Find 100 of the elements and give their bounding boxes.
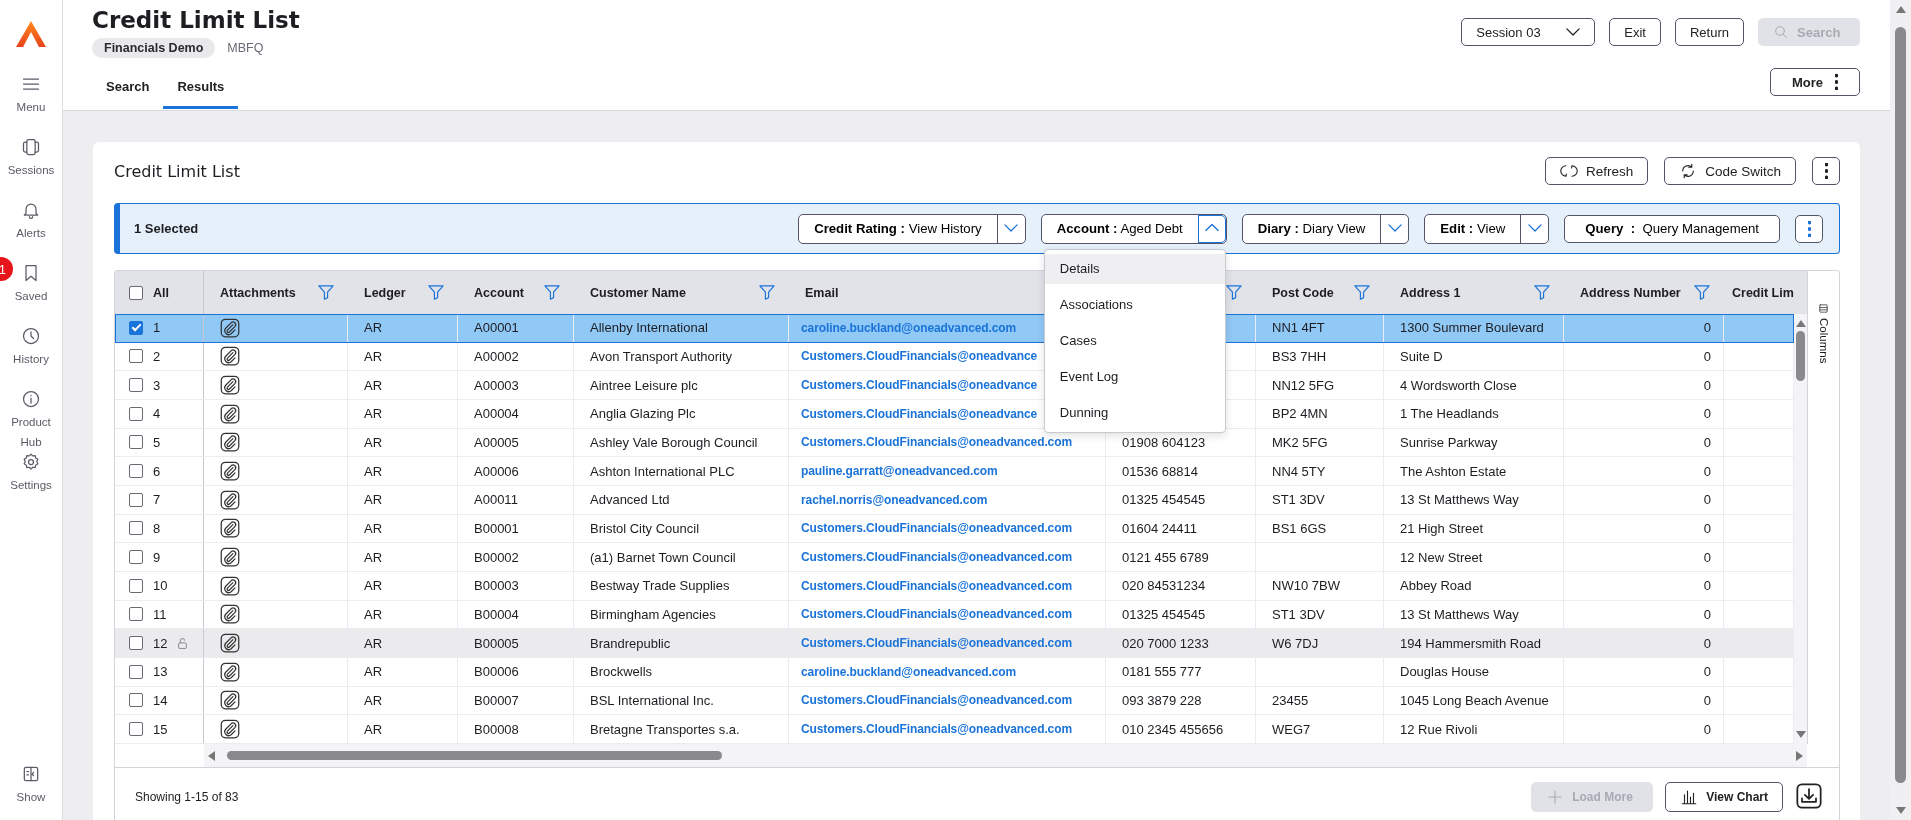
table-cell: 0 (1703, 349, 1711, 364)
chevron-down-icon (1387, 224, 1402, 233)
checkbox[interactable] (129, 578, 143, 593)
checkbox[interactable] (129, 550, 143, 565)
email-link[interactable]: Customers.CloudFinancials@oneadvance (801, 378, 1038, 393)
table-cell: BS1 6GS (1272, 520, 1327, 536)
dropdown-option[interactable]: Event Log (1044, 361, 1225, 392)
table-cell: 0 (1703, 664, 1711, 680)
checkbox[interactable] (129, 464, 143, 479)
more-options-button[interactable] (1812, 157, 1840, 185)
dropdown-option[interactable]: Cases (1044, 325, 1225, 356)
download-icon (1795, 782, 1823, 810)
row-number: 14 (153, 692, 168, 708)
scrollbar[interactable] (1890, 0, 1911, 820)
email-link[interactable]: Customers.CloudFinancials@oneadvanced.com (801, 722, 1072, 736)
email-link[interactable]: Customers.CloudFinancials@oneadvanced.com (801, 636, 1072, 651)
scrollbar[interactable] (204, 744, 1807, 767)
filter-icon[interactable] (1534, 285, 1550, 300)
column-header[interactable]: Address 1 (1400, 285, 1461, 300)
email-link[interactable]: Customers.CloudFinancials@oneadvanced.com (801, 435, 1072, 450)
sidebar-item[interactable]: Alerts (16, 200, 46, 263)
checkbox[interactable] (129, 521, 143, 536)
email-link[interactable]: Customers.CloudFinancials@oneadvanced.com (801, 693, 1072, 708)
sidebar-item[interactable]: Menu (16, 74, 46, 137)
column-header[interactable]: Email (805, 285, 839, 300)
row-number: 11 (153, 606, 167, 622)
dropdown-option[interactable]: Details (1044, 253, 1225, 284)
toolbar-button[interactable]: Code Switch (1664, 157, 1796, 185)
column-header[interactable]: Attachments (220, 285, 296, 300)
more-button[interactable]: More (1770, 68, 1860, 96)
checkbox[interactable] (129, 607, 143, 622)
checkbox[interactable] (129, 492, 143, 507)
checkbox[interactable] (129, 435, 143, 450)
column-header[interactable]: Post Code (1272, 285, 1334, 300)
logo[interactable] (15, 20, 47, 48)
filter-icon[interactable] (1354, 285, 1370, 300)
dropdown-toggle[interactable] (1197, 214, 1226, 243)
email-link[interactable]: rachel.norris@oneadvanced.com (801, 492, 988, 507)
download-button[interactable] (1795, 782, 1823, 810)
email-link[interactable]: caroline.buckland@oneadvanced.com (801, 664, 1017, 679)
scrollbar[interactable] (1794, 314, 1807, 744)
column-header[interactable]: Ledger (364, 285, 406, 300)
dropdown-option[interactable]: Dunning (1044, 397, 1225, 428)
paperclip-icon (220, 432, 240, 453)
filter-icon[interactable] (1694, 285, 1710, 300)
column-header[interactable]: Account (474, 285, 524, 300)
header-button[interactable]: Exit (1609, 18, 1661, 46)
checkbox[interactable] (129, 285, 143, 300)
settings-icon (21, 452, 41, 472)
filter-icon[interactable] (428, 285, 444, 300)
column-header[interactable]: Customer Name (590, 285, 686, 300)
sidebar-item[interactable]: Settings (10, 452, 52, 515)
checkbox[interactable] (129, 320, 143, 335)
column-header[interactable]: Credit Lim (1732, 285, 1794, 300)
toolbar-button[interactable]: Refresh (1544, 157, 1649, 185)
checkbox[interactable] (129, 722, 143, 736)
pagination-info: Showing 1-15 of 83 (135, 790, 239, 804)
columns-tab[interactable]: Columns (1817, 303, 1830, 364)
sidebar-item[interactable]: Saved (14, 263, 48, 326)
table-cell: AR (364, 606, 383, 622)
sidebar-item[interactable]: Show (16, 764, 46, 820)
row-number: 4 (153, 406, 161, 422)
sidebar-item[interactable]: History (13, 326, 49, 389)
email-link[interactable]: Customers.CloudFinancials@oneadvanced.com (801, 607, 1072, 622)
email-link[interactable]: Customers.CloudFinancials@oneadvanced.com (801, 521, 1072, 536)
email-link[interactable]: Customers.CloudFinancials@oneadvanced.com (801, 578, 1072, 593)
checkbox[interactable] (129, 378, 143, 393)
session-dropdown[interactable]: Session 03 (1461, 18, 1596, 46)
table-cell: (a1) Barnet Town Council (590, 549, 736, 565)
checkbox[interactable] (129, 406, 143, 421)
checkbox[interactable] (129, 349, 143, 364)
filter-icon[interactable] (759, 285, 775, 300)
email-link[interactable]: Customers.CloudFinancials@oneadvance (801, 349, 1038, 364)
paperclip-icon (220, 403, 240, 424)
table-cell: Advanced Ltd (590, 492, 670, 508)
filter-icon[interactable] (1226, 285, 1242, 300)
filter-icon[interactable] (544, 285, 560, 300)
row-number: 2 (153, 349, 161, 364)
sidebar-item[interactable]: Product Hub (4, 389, 58, 452)
row-number: 9 (153, 549, 161, 565)
email-link[interactable]: Customers.CloudFinancials@oneadvance (801, 406, 1038, 421)
action-button[interactable]: Query : Query Management (1564, 214, 1780, 243)
checkbox[interactable] (129, 636, 143, 651)
more-options-button[interactable] (1795, 214, 1823, 243)
view-chart-button[interactable]: View Chart (1665, 782, 1783, 812)
filter-icon[interactable] (318, 285, 334, 300)
checkbox[interactable] (129, 664, 143, 679)
tab[interactable]: Search (92, 67, 164, 109)
row-number: 1 (153, 320, 161, 336)
dropdown-option[interactable]: Associations (1044, 289, 1225, 320)
header-button[interactable]: Return (1674, 18, 1744, 46)
notification-badge: 1 (0, 257, 13, 281)
paperclip-icon (220, 346, 240, 367)
column-header[interactable]: Address Number (1580, 285, 1681, 300)
table-cell: BP2 4MN (1272, 406, 1328, 422)
checkbox[interactable] (129, 693, 143, 708)
email-link[interactable]: pauline.garratt@oneadvanced.com (801, 464, 998, 479)
sidebar-item[interactable]: Sessions (7, 137, 55, 200)
table-cell: 0 (1703, 434, 1711, 450)
email-link[interactable]: Customers.CloudFinancials@oneadvanced.com (801, 550, 1072, 565)
